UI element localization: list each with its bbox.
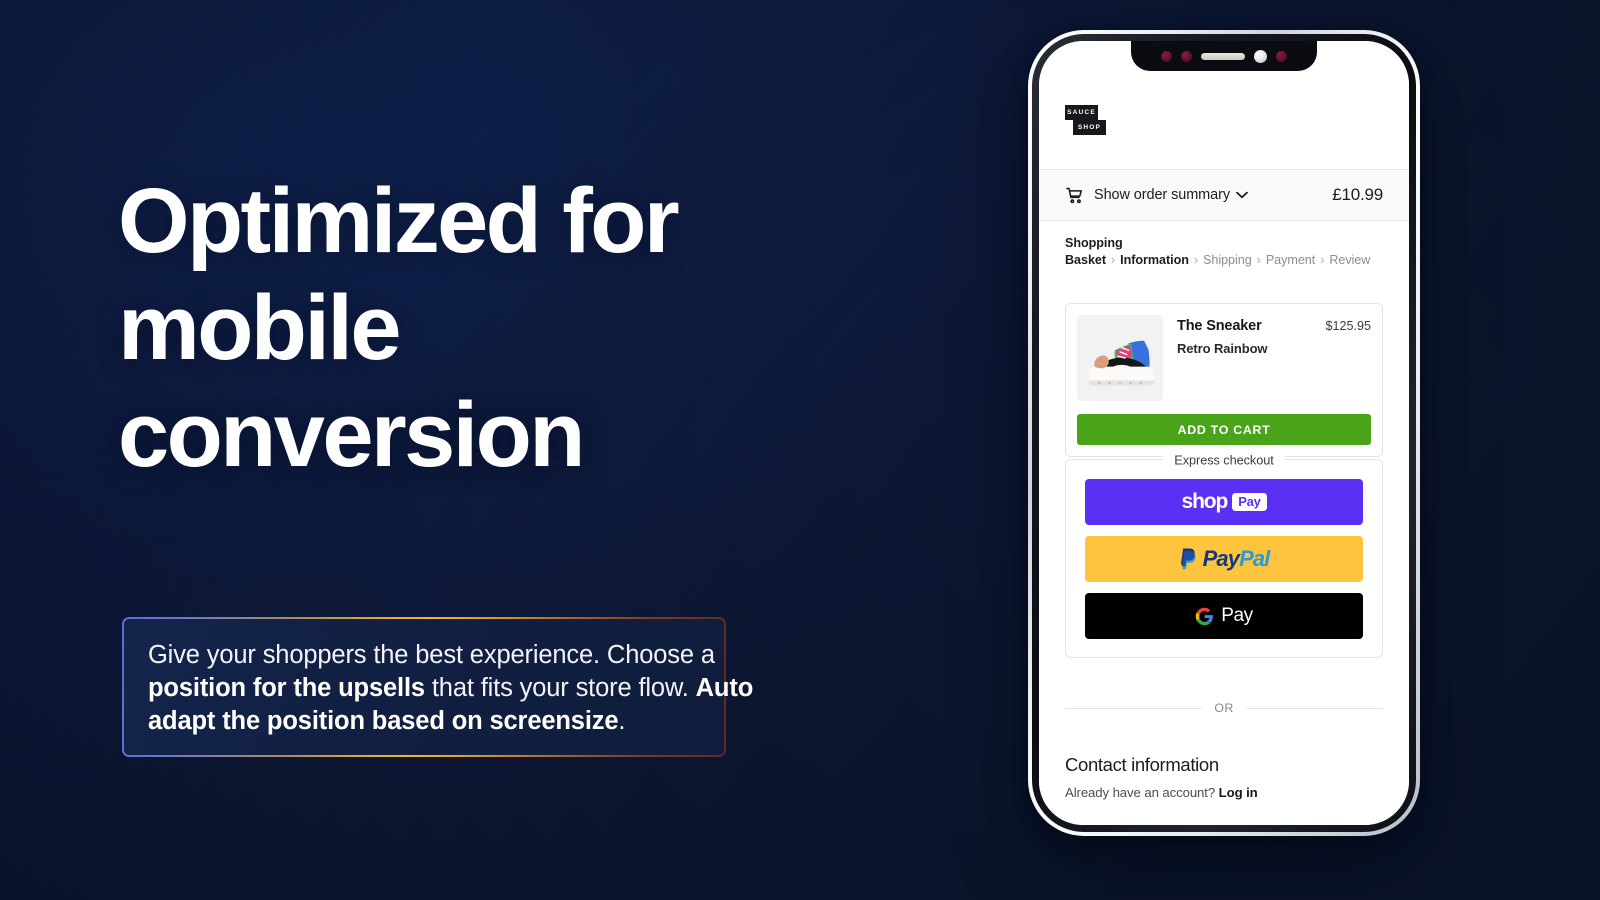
contact-information-heading: Contact information (1065, 754, 1219, 775)
callout-line-2-mid: that fits your store flow. (424, 674, 696, 702)
product-price: $125.95 (1325, 319, 1371, 333)
paypal-p-icon (1180, 547, 1196, 569)
hero-section: Optimized for mobile conversion Give you… (0, 0, 1600, 900)
store-logo-line-2: SHOP (1073, 120, 1106, 135)
order-summary-label: Show order summary (1094, 187, 1230, 203)
add-to-cart-button[interactable]: ADD TO CART (1077, 414, 1371, 445)
contact-login-prompt: Already have an account? (1065, 785, 1219, 800)
paypal-pal-text: Pal (1239, 546, 1270, 571)
paypal-button[interactable]: Pay Pal (1085, 536, 1363, 582)
phone-screen: SAUCE SHOP Show order summary £10.99 Sho… (1039, 41, 1409, 825)
paypal-pay-text: Pay (1202, 546, 1240, 571)
breadcrumb-item-payment[interactable]: Payment (1266, 253, 1315, 267)
chevron-down-icon (1236, 186, 1248, 204)
product-variant: Retro Rainbow (1177, 341, 1268, 356)
callout-card: Give your shoppers the best experience. … (122, 617, 753, 757)
product-row: The Sneaker Retro Rainbow $125.95 (1077, 315, 1371, 401)
shop-pay-button[interactable]: shop Pay (1085, 479, 1363, 525)
page-title: Optimized for mobile conversion (118, 170, 680, 486)
callout-bold-1: position for the upsells (148, 674, 425, 702)
phone-notch (1131, 41, 1317, 71)
store-logo[interactable]: SAUCE SHOP (1065, 105, 1107, 137)
callout-line-1: Give your shoppers the best experience. … (148, 641, 715, 669)
callout-text: Give your shoppers the best experience. … (148, 639, 788, 738)
phone-mockup: SAUCE SHOP Show order summary £10.99 Sho… (1028, 30, 1420, 836)
divider-line-left (1065, 707, 1202, 709)
shop-pay-wordmark: shop (1181, 490, 1229, 513)
breadcrumb-separator-icon: › (1193, 253, 1199, 267)
callout-bold-3: adapt the position based on screensize (148, 707, 619, 735)
express-checkout-box: Express checkout shop Pay Pay Pal Pay (1065, 452, 1383, 658)
shop-pay-badge: Pay (1232, 493, 1267, 511)
product-image (1077, 315, 1163, 401)
or-divider: OR (1065, 701, 1383, 715)
breadcrumb-item-shipping[interactable]: Shipping (1203, 253, 1252, 267)
paypal-logo: Pay Pal (1179, 546, 1270, 572)
upsell-product-card: The Sneaker Retro Rainbow $125.95 ADD TO… (1065, 303, 1383, 457)
breadcrumb-separator-icon: › (1111, 253, 1116, 267)
breadcrumb-separator-icon: › (1320, 253, 1325, 267)
product-title: The Sneaker (1177, 318, 1262, 334)
breadcrumb-item-information[interactable]: Information (1120, 253, 1189, 267)
express-checkout-section: Express checkout shop Pay Pay Pal Pay (1065, 452, 1383, 658)
shopping-cart-icon (1066, 187, 1082, 203)
divider-line-right (1246, 707, 1383, 709)
callout-line-3-end: . (618, 707, 626, 735)
product-info: The Sneaker Retro Rainbow (1177, 315, 1311, 401)
sneaker-illustration-icon (1077, 315, 1163, 401)
sensor-dot-icon (1181, 50, 1192, 62)
order-total: £10.99 (1332, 185, 1383, 204)
checkout-page: SAUCE SHOP Show order summary £10.99 Sho… (1039, 41, 1409, 825)
earpiece-speaker-icon (1201, 52, 1245, 60)
log-in-link[interactable]: Log in (1219, 785, 1258, 800)
contact-login-row: Already have an account? Log in (1065, 785, 1258, 800)
google-pay-button[interactable]: Pay (1085, 593, 1363, 639)
order-summary-bar[interactable]: Show order summary £10.99 (1039, 169, 1409, 221)
store-logo-line-1: SAUCE (1065, 105, 1098, 120)
sensor-dot-icon (1276, 50, 1287, 62)
google-g-icon (1196, 607, 1214, 625)
sensor-dot-icon (1161, 50, 1172, 62)
callout-bold-2: Auto (695, 674, 754, 702)
front-camera-icon (1254, 49, 1267, 63)
breadcrumb: Shopping Basket › Information › Shipping › Pay… (1065, 235, 1389, 269)
breadcrumb-item-review[interactable]: Review (1329, 253, 1370, 267)
or-divider-label: OR (1214, 701, 1234, 715)
google-pay-text: Pay (1221, 605, 1253, 626)
express-checkout-label: Express checkout (1163, 452, 1285, 468)
hero-text-column: Optimized for mobile conversion (118, 168, 818, 489)
breadcrumb-separator-icon: › (1256, 253, 1261, 267)
